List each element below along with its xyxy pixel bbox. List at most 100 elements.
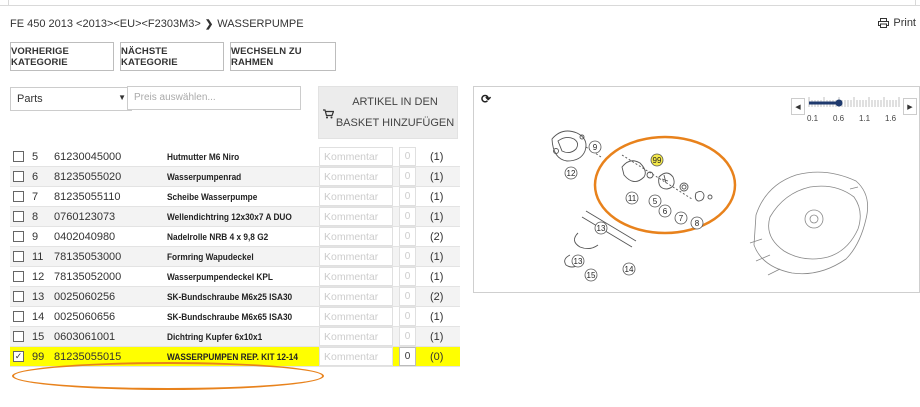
comment-input[interactable]: Kommentar — [319, 287, 393, 306]
callout-label: 13 — [597, 224, 606, 233]
zoom-scale — [808, 97, 900, 107]
quantity-input[interactable]: 0 — [399, 307, 416, 326]
breadcrumb-path[interactable]: FE 450 2013 <2013><EU><F2303M3> — [10, 18, 201, 30]
table-row[interactable]: 15 0603061001 Dichtring Kupfer 6x10x1 Komme… — [10, 327, 460, 347]
comment-input[interactable]: Kommentar — [319, 307, 393, 326]
cart-icon — [323, 109, 334, 119]
print-button[interactable]: Print — [878, 17, 916, 29]
comment-input[interactable]: Kommentar — [319, 187, 393, 206]
exploded-diagram-panel: ⟳ ◀ 0.1 0.6 1.1 1.6 ▶ 9 99 12 11 5 6 7 8… — [473, 86, 920, 293]
quantity-input[interactable]: 0 — [399, 187, 416, 206]
position-number: 8 — [32, 211, 39, 223]
table-row[interactable]: 14 0025060656 SK-Bundschraube M6x65 ISA30 K… — [10, 307, 460, 327]
table-row[interactable]: 8 0760123073 Wellendichtring 12x30x7 A DUO… — [10, 207, 460, 227]
comment-input[interactable]: Kommentar — [319, 247, 393, 266]
refresh-icon[interactable]: ⟳ — [481, 92, 491, 106]
row-checkbox[interactable] — [13, 271, 24, 282]
row-checkbox[interactable] — [13, 171, 24, 182]
comment-input[interactable]: Kommentar — [319, 327, 393, 346]
part-number: 78135052000 — [54, 271, 122, 283]
table-row[interactable]: ✓ 99 81235055015 WASSERPUMPEN REP. KIT 12-1… — [10, 347, 460, 367]
table-row[interactable]: 11 78135053000 Formring Wapudeckel Kommenta… — [10, 247, 460, 267]
position-number: 12 — [32, 271, 45, 283]
parts-select-value: Parts — [17, 93, 43, 105]
callout-label: 13 — [574, 257, 583, 266]
row-checkbox[interactable]: ✓ — [13, 351, 24, 362]
quantity-input[interactable]: 0 — [399, 147, 416, 166]
quantity-input[interactable]: 0 — [399, 347, 416, 366]
quantity-input[interactable]: 0 — [399, 267, 416, 286]
part-name: Hutmutter M6 Niro — [167, 152, 240, 162]
table-row[interactable]: 6 81235055020 Wasserpumpenrad Kommentar 0 (1) — [10, 167, 460, 187]
zoom-in-arrow-icon[interactable]: ▶ — [903, 98, 917, 115]
callout-label: 5 — [653, 197, 658, 206]
comment-input[interactable]: Kommentar — [319, 147, 393, 166]
table-row[interactable]: 7 81235055110 Scheibe Wasserpumpe Kommentar… — [10, 187, 460, 207]
comment-input[interactable]: Kommentar — [319, 267, 393, 286]
part-name: SK-Bundschraube M6x65 ISA30 — [167, 312, 293, 322]
part-number: 61230045000 — [54, 151, 122, 163]
basket-label-line2: BASKET HINZUFÜGEN — [335, 116, 455, 129]
add-to-basket-button[interactable]: ARTIKEL IN DEN BASKET HINZUFÜGEN — [318, 86, 458, 139]
row-checkbox[interactable] — [13, 311, 24, 322]
row-checkbox[interactable] — [13, 151, 24, 162]
position-number: 99 — [32, 351, 45, 363]
part-name: Wasserpumpenrad — [167, 172, 242, 182]
quantity-input[interactable]: 0 — [399, 207, 416, 226]
parts-select[interactable]: Parts ▼ — [10, 87, 132, 111]
zoom-knob — [835, 99, 843, 107]
row-checkbox[interactable] — [13, 231, 24, 242]
switch-to-frame-button[interactable]: WECHSELN ZU RAHMEN — [230, 42, 336, 71]
quantity-input[interactable]: 0 — [399, 247, 416, 266]
part-name: Formring Wapudeckel — [167, 252, 254, 262]
row-checkbox[interactable] — [13, 331, 24, 342]
table-row[interactable]: 5 61230045000 Hutmutter M6 Niro Kommentar 0 (… — [10, 147, 460, 167]
part-number: 0025060656 — [54, 311, 116, 323]
quantity-input[interactable]: 0 — [399, 287, 416, 306]
caret-down-icon: ▼ — [118, 93, 126, 102]
next-category-button[interactable]: NÄCHSTE KATEGORIE — [120, 42, 224, 71]
position-number: 7 — [32, 191, 39, 203]
table-row[interactable]: 13 0025060256 SK-Bundschraube M6x25 ISA30 K… — [10, 287, 460, 307]
row-checkbox[interactable] — [13, 211, 24, 222]
previous-category-button[interactable]: VORHERIGE KATEGORIE — [10, 42, 114, 71]
part-number: 0760123073 — [54, 211, 116, 223]
part-name: SK-Bundschraube M6x25 ISA30 — [167, 292, 293, 302]
zoom-out-arrow-icon[interactable]: ◀ — [791, 98, 805, 115]
basket-label-line1: ARTIKEL IN DEN — [352, 95, 438, 108]
table-row[interactable]: 9 0402040980 Nadelrolle NRB 4 x 9,8 G2 Komm… — [10, 227, 460, 247]
breadcrumb-current: WASSERPUMPE — [217, 18, 304, 30]
part-count: (1) — [430, 171, 444, 183]
parts-table: 5 61230045000 Hutmutter M6 Niro Kommentar 0 (… — [10, 147, 460, 367]
price-select-input[interactable]: Preis auswählen... — [127, 86, 301, 110]
quantity-input[interactable]: 0 — [399, 167, 416, 186]
part-number: 81235055110 — [54, 191, 121, 203]
part-number: 0025060256 — [54, 291, 116, 303]
part-name: Nadelrolle NRB 4 x 9,8 G2 — [167, 232, 269, 242]
crankcase-drawing — [749, 171, 869, 276]
part-name: Dichtring Kupfer 6x10x1 — [167, 332, 263, 342]
callout-label: 11 — [628, 194, 637, 203]
quantity-input[interactable]: 0 — [399, 327, 416, 346]
callout-label: 8 — [695, 219, 700, 228]
part-name: Wellendichtring 12x30x7 A DUO — [167, 212, 292, 222]
comment-input[interactable]: Kommentar — [319, 167, 393, 186]
position-number: 14 — [32, 311, 45, 323]
table-row[interactable]: 12 78135052000 Wasserpumpendeckel KPL Komme… — [10, 267, 460, 287]
quantity-input[interactable]: 0 — [399, 227, 416, 246]
position-number: 11 — [32, 251, 44, 263]
printer-icon — [878, 18, 890, 28]
part-count: (2) — [430, 291, 444, 303]
comment-input[interactable]: Kommentar — [319, 347, 393, 366]
part-number: 0603061001 — [54, 331, 116, 343]
part-number: 78135053000 — [54, 251, 122, 263]
comment-input[interactable]: Kommentar — [319, 207, 393, 226]
print-label: Print — [893, 17, 916, 29]
comment-input[interactable]: Kommentar — [319, 227, 393, 246]
row-checkbox[interactable] — [13, 251, 24, 262]
row-checkbox[interactable] — [13, 191, 24, 202]
row-checkbox[interactable] — [13, 291, 24, 302]
position-number: 6 — [32, 171, 39, 183]
part-count: (1) — [430, 251, 444, 263]
price-placeholder: Preis auswählen... — [134, 92, 216, 103]
